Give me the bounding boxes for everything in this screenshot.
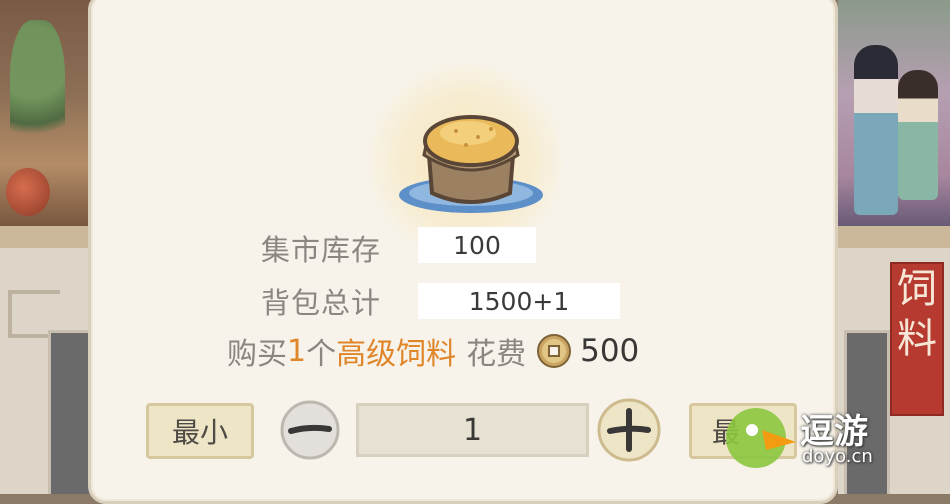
market-stock-value: 100 [418, 227, 536, 263]
backpack-total-label: 背包总计 [261, 286, 382, 320]
feed-basket-icon [399, 115, 543, 213]
watermark-domain: doyo.cn [802, 446, 873, 467]
minus-icon[interactable] [279, 399, 341, 461]
npc-character [898, 70, 938, 200]
copper-coin-icon [537, 334, 572, 368]
lantern [6, 168, 50, 216]
cost-label: 花费 [466, 337, 527, 372]
quantity-input[interactable]: 1 [356, 403, 589, 457]
purchase-quantity: 1 [287, 333, 307, 369]
site-watermark: 逗游 doyo.cn [720, 398, 950, 494]
min-button[interactable]: 最小 [146, 403, 254, 459]
market-stock-label: 集市库存 [261, 233, 382, 267]
cost-value: 500 [580, 333, 640, 369]
item-name: 高级饲料 [336, 337, 457, 372]
npc-character [854, 45, 898, 215]
purchase-measure: 个 [306, 337, 337, 372]
watermark-logo-icon [726, 408, 796, 468]
shop-banner: 饲料 [890, 262, 944, 416]
purchase-prefix: 购买 [227, 337, 287, 372]
backpack-total-value: 1500+1 [418, 283, 620, 319]
plus-icon[interactable] [596, 397, 662, 463]
tree [10, 20, 65, 160]
purchase-summary: 购买 1 个 高级饲料 花费 500 [227, 329, 639, 373]
